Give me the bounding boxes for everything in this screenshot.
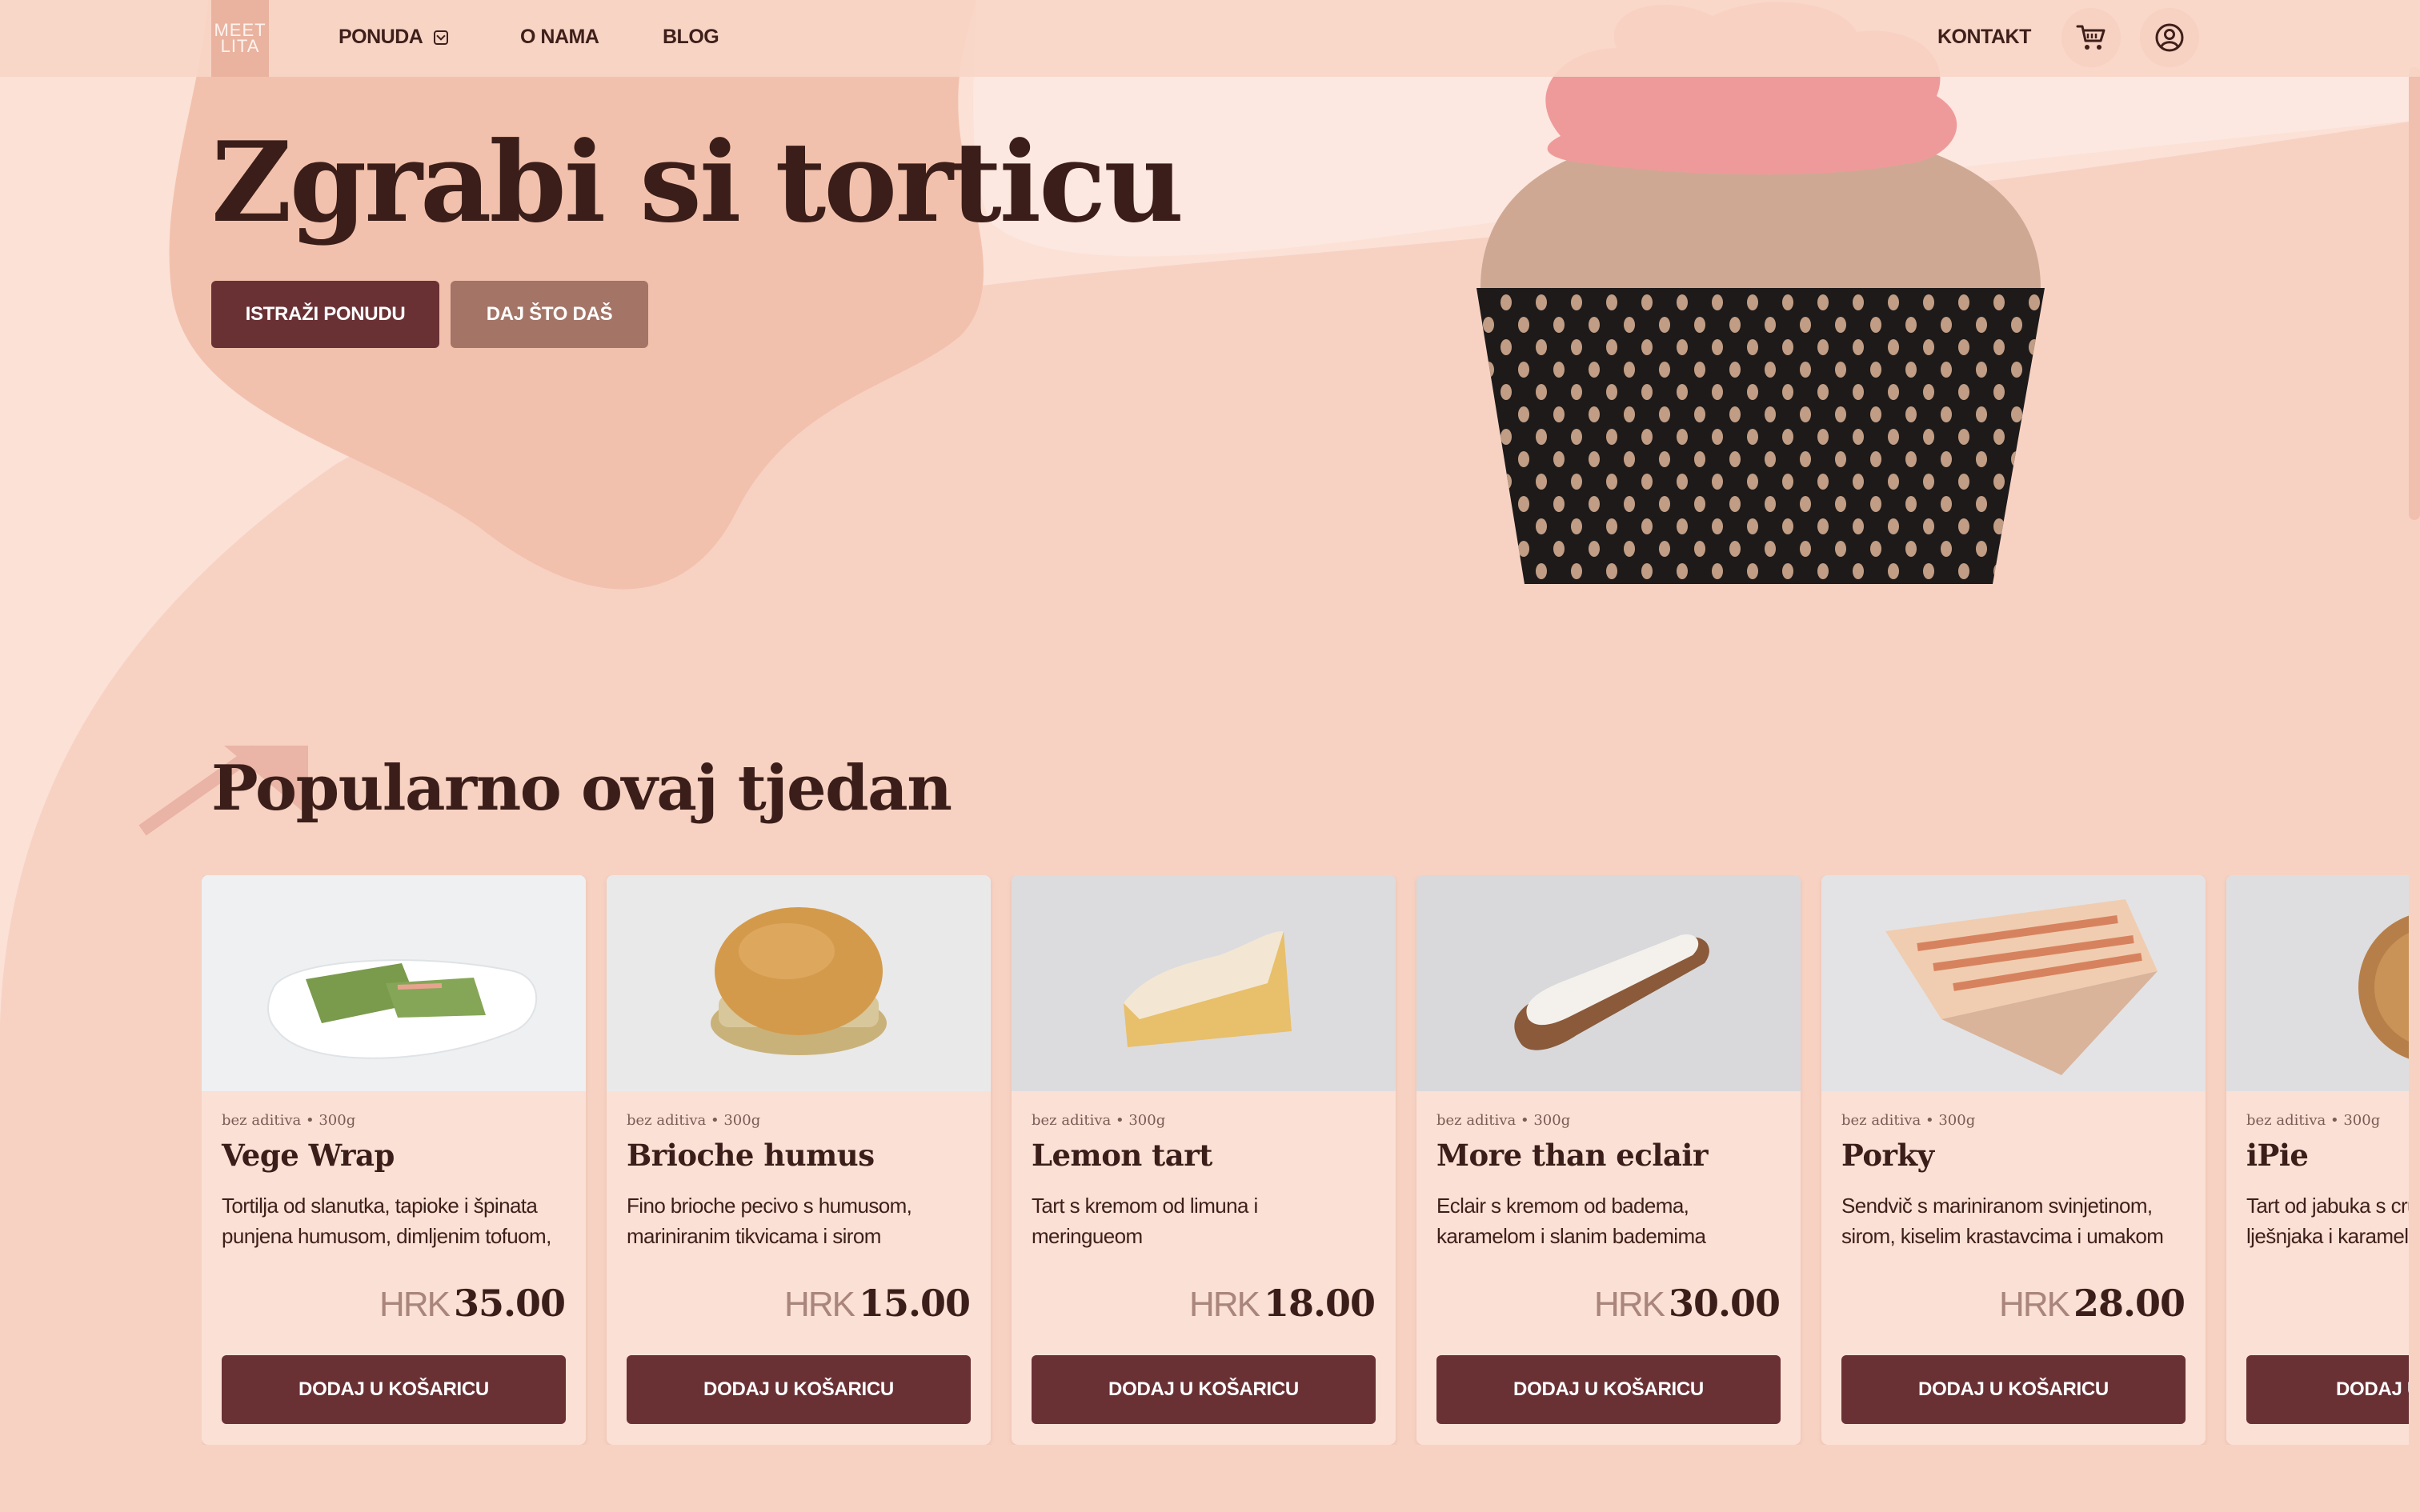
product-meta: bez aditiva • 300g: [2246, 1112, 2381, 1129]
add-to-cart-button[interactable]: DODAJ U: [2246, 1355, 2409, 1424]
product-meta: bez aditiva • 300g: [1032, 1112, 1166, 1129]
cart-icon: [2076, 25, 2105, 50]
product-price: HRK 15.00: [784, 1282, 971, 1325]
product-description: Tortilja od slanutka, tapioke i špinata p…: [222, 1194, 551, 1248]
product-card: bez aditiva • 300g Brioche humus Fino br…: [607, 875, 991, 1445]
product-name: iPie: [2246, 1138, 2309, 1173]
product-price: HRK 18.00: [1189, 1282, 1376, 1325]
product-name: More than eclair: [1436, 1138, 1708, 1173]
scrollbar[interactable]: [2409, 67, 2420, 520]
logo-text: MEET LITA: [214, 20, 266, 56]
explore-offer-button[interactable]: ISTRAŽI PONUDU: [211, 281, 439, 348]
product-image: [1416, 875, 1801, 1091]
hero-title: Zgrabi si torticu: [211, 117, 1184, 247]
product-description: Tart od jabuka s cru lješnjaka i karamelo: [2246, 1194, 2409, 1248]
product-image: [607, 875, 991, 1091]
product-price: HRK 35.00: [379, 1282, 566, 1325]
product-card: bez aditiva • 300g iPie Tart od jabuka s…: [2226, 875, 2409, 1445]
account-button[interactable]: [2140, 8, 2199, 67]
nav-link-kontakt[interactable]: KONTAKT: [1937, 26, 2031, 49]
section-title: Popularno ovaj tjedan: [211, 752, 952, 825]
product-description: Fino brioche pecivo s humusom, marinirani…: [627, 1194, 912, 1248]
cart-button[interactable]: [2061, 8, 2121, 67]
product-card: bez aditiva • 300g More than eclair Ecla…: [1416, 875, 1801, 1445]
nav-link-label: PONUDA: [339, 26, 423, 48]
product-image: [202, 875, 586, 1091]
product-description: Tart s kremom od limuna i meringueom: [1032, 1194, 1258, 1248]
nav-link-o-nama[interactable]: O NAMA: [520, 26, 599, 49]
product-meta: bez aditiva • 300g: [1436, 1112, 1571, 1129]
product-price: HRK 30.00: [1594, 1282, 1781, 1325]
pay-what-you-want-button[interactable]: DAJ ŠTO DAŠ: [451, 281, 648, 348]
product-price: HRK 28.00: [1999, 1282, 2186, 1325]
nav-link-blog[interactable]: BLOG: [663, 26, 719, 49]
product-card: bez aditiva • 300g Porky Sendvič s marin…: [1821, 875, 2206, 1445]
product-description: Sendvič s mariniranom svinjetinom, sirom,…: [1841, 1194, 2164, 1248]
top-navigation: MEET LITA PONUDA O NAMA BLOG KONTAKT: [0, 0, 2420, 77]
product-meta: bez aditiva • 300g: [627, 1112, 761, 1129]
product-meta: bez aditiva • 300g: [222, 1112, 356, 1129]
add-to-cart-button[interactable]: DODAJ U KOŠARICU: [1032, 1355, 1376, 1424]
product-card: bez aditiva • 300g Vege Wrap Tortilja od…: [202, 875, 586, 1445]
product-description: Eclair s kremom od badema, karamelom i sl…: [1436, 1194, 1706, 1248]
product-name: Lemon tart: [1032, 1138, 1212, 1173]
user-circle-icon: [2155, 23, 2184, 52]
product-image: [1012, 875, 1396, 1091]
product-name: Vege Wrap: [222, 1138, 395, 1173]
add-to-cart-button[interactable]: DODAJ U KOŠARICU: [627, 1355, 971, 1424]
product-image: [1821, 875, 2206, 1091]
product-meta: bez aditiva • 300g: [1841, 1112, 1976, 1129]
product-name: Porky: [1841, 1138, 1934, 1173]
product-name: Brioche humus: [627, 1138, 875, 1173]
logo[interactable]: MEET LITA: [211, 0, 269, 77]
add-to-cart-button[interactable]: DODAJ U KOŠARICU: [1436, 1355, 1781, 1424]
chevron-down-icon: [434, 30, 449, 45]
product-card: bez aditiva • 300g Lemon tart Tart s kre…: [1012, 875, 1396, 1445]
product-carousel: bez aditiva • 300g Vege Wrap Tortilja od…: [202, 875, 2409, 1445]
cupcake-image: [1476, 2, 2045, 584]
add-to-cart-button[interactable]: DODAJ U KOŠARICU: [1841, 1355, 2186, 1424]
product-image: [2226, 875, 2409, 1091]
nav-link-ponuda[interactable]: PONUDA: [339, 26, 449, 49]
add-to-cart-button[interactable]: DODAJ U KOŠARICU: [222, 1355, 566, 1424]
